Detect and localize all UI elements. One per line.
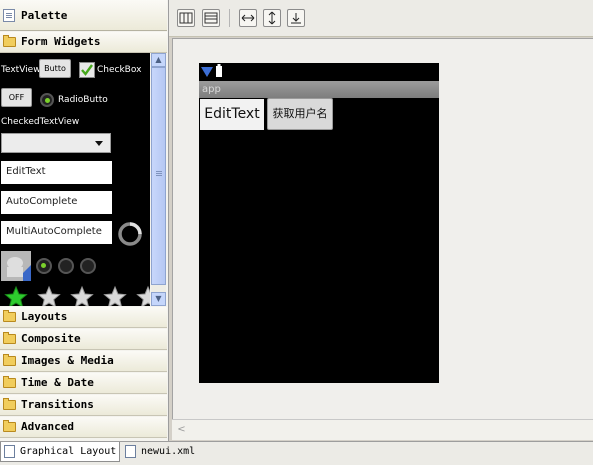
scrollbar-thumb[interactable] — [151, 67, 166, 285]
palette-scrollbar[interactable]: ▲ ▼ — [151, 53, 166, 306]
category-label: Layouts — [21, 310, 68, 323]
toolbar-divider — [229, 9, 230, 27]
star-filled-icon[interactable] — [4, 285, 28, 306]
tab-graphical-layout[interactable]: Graphical Layout — [0, 442, 120, 462]
widget-toggle-button[interactable]: OFF — [1, 88, 32, 107]
tab-label: Graphical Layout — [20, 446, 117, 457]
category-layouts[interactable]: Layouts — [0, 307, 167, 328]
device-screen: app EditText 获取用户名 — [199, 63, 439, 383]
tab-xml-source[interactable]: newui.xml — [122, 442, 202, 462]
category-advanced[interactable]: Advanced — [0, 417, 167, 438]
folder-icon — [3, 398, 16, 410]
baseline-icon — [291, 13, 301, 24]
category-label: Advanced — [21, 420, 74, 433]
category-form-widgets[interactable]: Form Widgets — [0, 32, 167, 53]
category-transitions[interactable]: Transitions — [0, 395, 167, 416]
category-composite[interactable]: Composite — [0, 329, 167, 350]
widget-checkbox-box[interactable] — [79, 62, 95, 78]
vertical-arrows-icon — [268, 11, 276, 25]
tab-label: newui.xml — [141, 446, 196, 457]
rows-icon — [204, 12, 218, 24]
radio-selected-icon[interactable] — [36, 258, 52, 274]
widget-edittext[interactable]: EditText — [1, 161, 112, 184]
palette-panel: Palette Form Widgets TextView Butto Chec… — [0, 0, 169, 441]
baseline-button[interactable] — [287, 9, 305, 27]
scroll-down-icon[interactable]: ▼ — [151, 292, 166, 306]
canvas-horizontal-scrollbar[interactable]: < — [172, 419, 593, 440]
palette-icon — [3, 9, 15, 22]
widget-checkedtextview[interactable]: CheckedTextView — [1, 117, 79, 127]
radio-icon[interactable] — [58, 258, 74, 274]
folder-open-icon — [3, 35, 16, 47]
category-label: Transitions — [21, 398, 94, 411]
category-label: Composite — [21, 332, 81, 345]
xml-file-icon — [125, 445, 136, 458]
layout-file-icon — [4, 445, 15, 458]
category-label: Images & Media — [21, 354, 114, 367]
signal-icon — [201, 67, 213, 77]
star-empty-icon[interactable] — [136, 285, 151, 306]
app-title-bar: app — [199, 81, 439, 98]
widget-autocomplete[interactable]: AutoComplete — [1, 191, 112, 214]
widget-multiautocomplete[interactable]: MultiAutoComplete — [1, 221, 112, 244]
widget-spinner[interactable] — [1, 133, 111, 153]
star-empty-icon[interactable] — [103, 285, 127, 306]
form-widgets-list: TextView Butto CheckBox OFF RadioButto C… — [0, 53, 150, 306]
phone-edittext[interactable]: EditText — [200, 99, 264, 130]
fill-height-button[interactable] — [263, 9, 281, 27]
checkmark-icon — [81, 64, 93, 76]
palette-header[interactable]: Palette — [0, 0, 167, 31]
folder-icon — [3, 354, 16, 366]
widget-radiobutton-label: RadioButto — [58, 95, 108, 105]
battery-icon — [216, 64, 222, 77]
fill-width-button[interactable] — [239, 9, 257, 27]
category-label: Form Widgets — [21, 35, 101, 48]
widget-textview[interactable]: TextView — [1, 65, 41, 75]
widget-radio-icon[interactable] — [40, 93, 54, 107]
dropdown-arrow-icon — [95, 141, 103, 146]
category-time-date[interactable]: Time & Date — [0, 373, 167, 394]
horizontal-arrows-icon — [241, 14, 255, 22]
layout-toolbar — [169, 0, 593, 37]
layout-columns-button[interactable] — [177, 9, 195, 27]
columns-icon — [179, 12, 193, 24]
folder-icon — [3, 332, 16, 344]
category-label: Time & Date — [21, 376, 94, 389]
star-empty-icon[interactable] — [37, 285, 61, 306]
widget-button[interactable]: Butto — [39, 59, 71, 78]
widget-checkbox-label: CheckBox — [97, 65, 142, 75]
radio-icon[interactable] — [80, 258, 96, 274]
category-images-media[interactable]: Images & Media — [0, 351, 167, 372]
scroll-up-icon[interactable]: ▲ — [151, 53, 166, 67]
folder-icon — [3, 420, 16, 432]
palette-title: Palette — [21, 9, 68, 22]
status-bar — [199, 63, 439, 81]
progress-spinner-icon[interactable] — [117, 221, 143, 247]
folder-icon — [3, 310, 16, 322]
layout-rows-button[interactable] — [202, 9, 220, 27]
scroll-left-icon[interactable]: < — [175, 423, 188, 437]
get-username-button[interactable]: 获取用户名 — [267, 98, 333, 130]
image-view-icon[interactable] — [1, 251, 31, 281]
editor-tabs: Graphical Layout newui.xml — [0, 441, 593, 465]
folder-icon — [3, 376, 16, 388]
rating-bar[interactable] — [0, 285, 150, 306]
star-empty-icon[interactable] — [70, 285, 94, 306]
